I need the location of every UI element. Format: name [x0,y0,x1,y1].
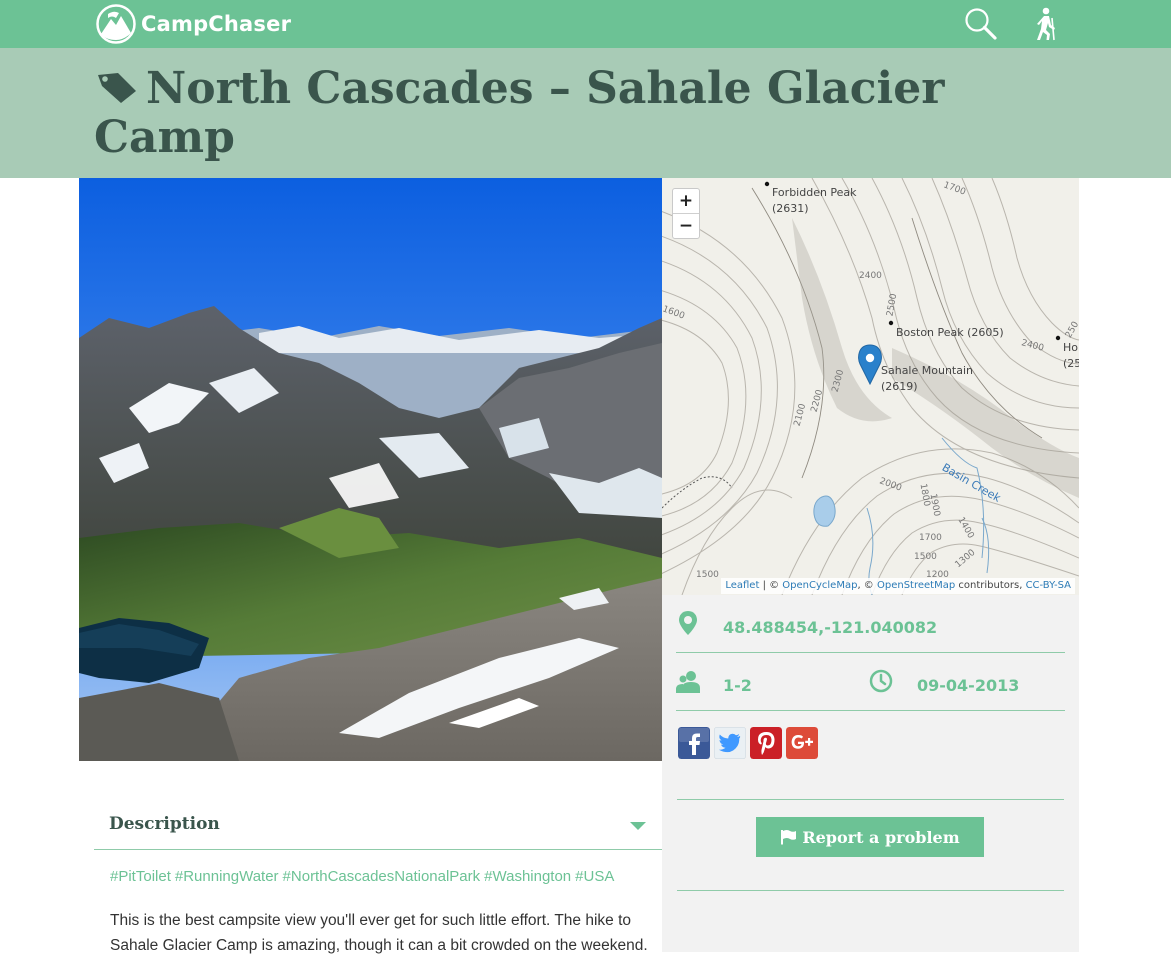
top-navigation-bar: CampChaser [0,0,1171,48]
zoom-in-button[interactable]: + [673,189,699,213]
caret-down-icon [630,822,646,830]
description-heading: Description [109,814,220,834]
hiker-icon[interactable] [1026,5,1064,43]
map-label-ho-elevation: (25 [1063,357,1079,370]
map-zoom-control: + − [672,188,700,239]
mountain-logo-icon [96,4,136,44]
date-value: 09-04-2013 [917,676,1020,695]
twitter-share-icon[interactable] [714,727,746,759]
map-label-forbidden-elevation: (2631) [772,202,809,215]
campsite-photo [79,178,662,761]
map-label-sahale-elevation: (2619) [881,380,918,393]
map-label-ho: Ho [1063,341,1079,354]
description-accordion-header[interactable]: Description [94,799,662,850]
opencyclemap-link[interactable]: OpenCycleMap [782,580,857,591]
report-problem-button[interactable]: Report a problem [756,817,984,857]
brand-name: CampChaser [141,12,292,36]
tag-link[interactable]: #PitToilet [110,868,171,885]
capacity-date-row: 1-2 09-04-2013 [676,653,1065,711]
map-pin-icon [679,611,697,635]
tag-link[interactable]: #Washington [484,868,571,885]
tag-icon [98,73,136,103]
description-text: This is the best campsite view you'll ev… [110,912,648,954]
map-label-boston-peak: Boston Peak (2605) [896,326,1004,339]
mountain-landscape-image [79,178,662,761]
contour-label: 1500 [696,570,719,580]
attribution-separator: | © [759,580,783,591]
map-label-forbidden-peak: Forbidden Peak [772,186,857,199]
clock-icon [869,669,893,693]
people-icon [676,671,700,693]
page-title: North Cascades – Sahale Glacier Camp [94,64,994,162]
contour-label: 1700 [919,533,942,543]
location-marker-icon[interactable] [858,344,882,386]
divider [677,890,1064,891]
coordinates-value: 48.488454,-121.040082 [723,618,938,637]
location-map[interactable]: Forbidden Peak (2631) Boston Peak (2605)… [662,178,1079,595]
page-title-text: North Cascades – Sahale Glacier Camp [94,63,945,163]
brand-logo-link[interactable]: CampChaser [96,4,291,44]
pinterest-share-icon[interactable] [750,727,782,759]
attribution-contributors: contributors, [955,580,1026,591]
coordinates-row: 48.488454,-121.040082 [676,595,1065,653]
tag-link[interactable]: #NorthCascadesNationalPark [283,868,481,885]
contour-label: 1500 [914,552,937,562]
map-attribution: Leaflet | © OpenCycleMap, © OpenStreetMa… [721,578,1075,594]
openstreetmap-link[interactable]: OpenStreetMap [877,580,955,591]
attribution-separator: , © [857,580,877,591]
report-problem-label: Report a problem [802,827,960,847]
google-plus-share-icon[interactable] [786,727,818,759]
divider [677,799,1064,800]
tag-link[interactable]: #RunningWater [175,868,279,885]
topographic-map-tiles [662,178,1079,595]
tag-link[interactable]: #USA [575,868,614,885]
zoom-out-button[interactable]: − [673,213,699,238]
tag-list: #PitToilet #RunningWater #NorthCascadesNat… [110,868,618,885]
leaflet-link[interactable]: Leaflet [725,580,759,591]
capacity-value: 1-2 [723,676,752,695]
license-link[interactable]: CC-BY-SA [1026,580,1071,591]
flag-icon [781,830,797,845]
map-label-sahale-mountain: Sahale Mountain [881,364,974,377]
facebook-share-icon[interactable] [678,727,710,759]
search-icon[interactable] [962,5,1000,43]
contour-label: 2400 [859,271,882,281]
